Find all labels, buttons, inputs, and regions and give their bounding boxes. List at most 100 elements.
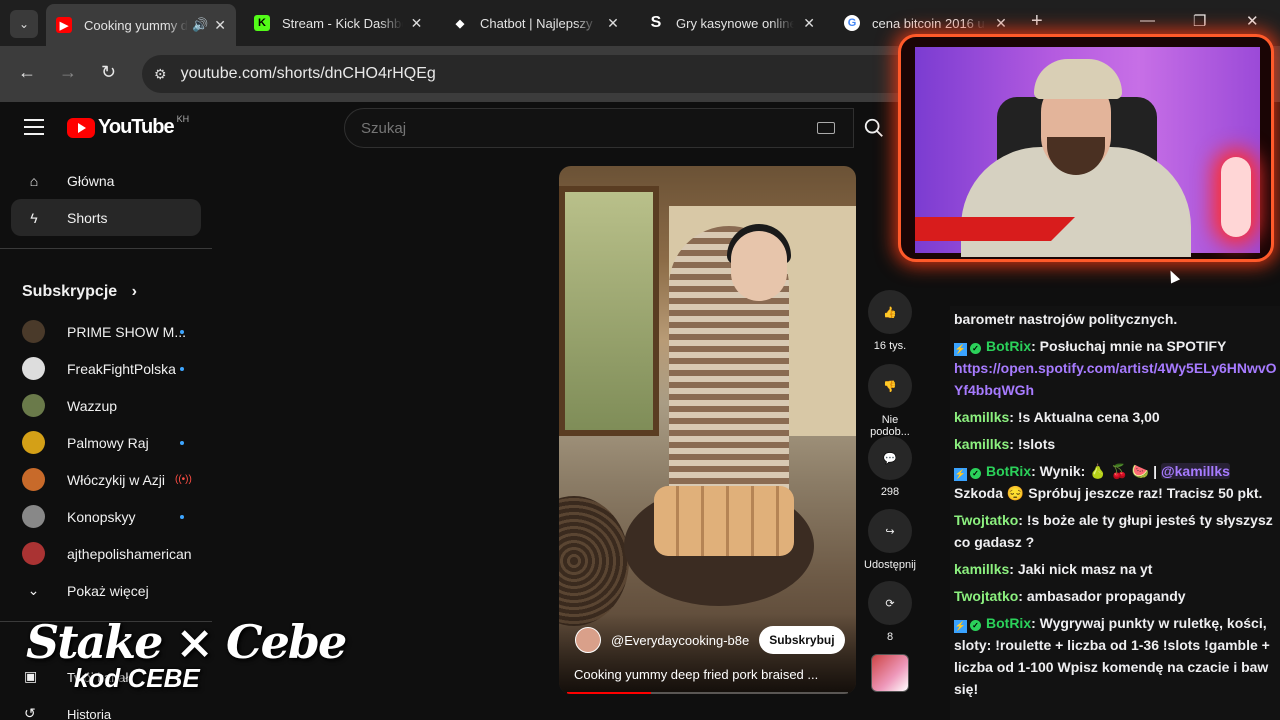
- chat-message: Twojtatko: !s boże ale ty głupi jesteś t…: [950, 507, 1280, 556]
- live-icon: ((•)): [175, 474, 192, 485]
- menu-icon[interactable]: [24, 119, 44, 140]
- channel-avatar: [22, 468, 45, 491]
- sponsor-title: Stake × Cebe: [26, 615, 347, 669]
- subscription-name: Konopskyy: [67, 508, 136, 525]
- chat-link[interactable]: https://open.spotify.com/artist/4Wy5ELy6…: [954, 357, 1280, 401]
- close-window-icon[interactable]: ✕: [1246, 12, 1259, 30]
- subscription-name: FreakFightPolska: [67, 360, 176, 377]
- chat-message: ⚡ ✓ BotRix: Wygrywaj punkty w ruletkę, koś…: [950, 610, 1280, 703]
- new-tab-icon[interactable]: +: [1031, 10, 1043, 33]
- chat-username[interactable]: BotRix: [986, 615, 1031, 631]
- comments-button[interactable]: 💬 298: [861, 436, 919, 498]
- video-progress-bar[interactable]: [567, 692, 848, 694]
- subscription-name: Włóczykij w Azji: [67, 471, 166, 488]
- url-field[interactable]: ⚙ youtube.com/shorts/dnCHO4rHQEg: [142, 55, 922, 93]
- chat-text: : Wynik: 🍐 🍒 🍉 |: [1031, 463, 1158, 479]
- close-tab-icon[interactable]: ✕: [409, 15, 424, 32]
- youtube-logo[interactable]: YouTube KH: [67, 114, 189, 139]
- chat-message: ⚡ ✓ BotRix: Wynik: 🍐 🍒 🍉 | @kamillks Szkod…: [950, 458, 1280, 507]
- short-channel-row: @Everydaycooking-b8e Subskrybuj: [575, 626, 845, 654]
- subscription-item[interactable]: Włóczykij w Azji ((•)): [0, 461, 212, 498]
- subscription-item[interactable]: FreakFightPolska: [0, 350, 212, 387]
- history-icon: ↺: [24, 705, 36, 720]
- sidebar-item-label: Główna: [67, 172, 115, 189]
- new-content-dot: [180, 366, 184, 371]
- chatbot-icon: ◆: [455, 17, 465, 30]
- site-settings-icon[interactable]: ⚙: [154, 66, 167, 83]
- chat-username[interactable]: kamillks: [954, 409, 1009, 425]
- chevron-right-icon: ›: [131, 283, 137, 300]
- keyboard-icon[interactable]: [817, 122, 835, 134]
- subscription-item[interactable]: Konopskyy: [0, 498, 212, 535]
- sidebar-item-home[interactable]: ⌂ Główna: [11, 162, 201, 199]
- subscription-name: ajthepolishamerican: [67, 545, 192, 562]
- thumbs-up-icon: 👍: [868, 290, 912, 334]
- channel-avatar[interactable]: [575, 627, 601, 653]
- video-progress-fill: [567, 692, 652, 694]
- tab-casino[interactable]: S Gry kasynowe online ✕: [638, 8, 828, 38]
- back-icon[interactable]: ←: [18, 62, 36, 83]
- search-button[interactable]: [854, 108, 894, 148]
- reload-icon[interactable]: ↻: [101, 62, 116, 83]
- close-tab-icon[interactable]: ✕: [214, 17, 226, 34]
- forward-icon[interactable]: →: [59, 62, 77, 83]
- remix-count: 8: [886, 631, 894, 643]
- subscriptions-header[interactable]: Subskrypcje ›: [0, 261, 212, 313]
- comment-icon: 💬: [868, 436, 912, 480]
- sponsor-code: kod CEBE: [74, 663, 200, 693]
- chat-text: Szkoda 😔 Spróbuj jeszcze raz! Tracisz 50…: [954, 485, 1263, 501]
- channel-name[interactable]: @Everydaycooking-b8e: [611, 633, 749, 648]
- search-icon: [864, 118, 883, 137]
- restore-icon[interactable]: ❐: [1193, 12, 1206, 30]
- chat-text: barometr nastrojów politycznych.: [954, 311, 1178, 327]
- subscription-item[interactable]: PRIME SHOW M...: [0, 313, 212, 350]
- history-link[interactable]: Historia: [67, 707, 111, 720]
- remix-button[interactable]: ⟳ 8: [861, 581, 919, 643]
- bot-badge-icon: ⚡: [954, 620, 967, 633]
- new-content-dot: [180, 440, 184, 445]
- search-box: [344, 108, 854, 148]
- subscription-item[interactable]: Wazzup: [0, 387, 212, 424]
- chat-username[interactable]: Twojtatko: [954, 512, 1018, 528]
- chat-text: : !s Aktualna cena 3,00: [1009, 409, 1160, 425]
- channel-avatar: [22, 431, 45, 454]
- tab-youtube[interactable]: ▶ Cooking yummy deep fried pork 🔊 ✕: [46, 4, 236, 46]
- tab-chatbot[interactable]: ◆ Chatbot | Najlepszy ✕: [442, 8, 632, 38]
- chat-username[interactable]: Twojtatko: [954, 588, 1018, 604]
- verified-icon: ✓: [970, 343, 981, 354]
- short-title[interactable]: Cooking yummy deep fried pork braised ..…: [574, 667, 839, 682]
- search-input[interactable]: [361, 119, 801, 137]
- youtube-play-icon: [67, 117, 95, 138]
- close-tab-icon[interactable]: ✕: [992, 15, 1010, 32]
- chevron-down-icon: ⌄: [27, 582, 40, 598]
- subscribe-button[interactable]: Subskrybuj: [759, 626, 845, 654]
- new-content-dot: [180, 329, 184, 334]
- thumbs-down-icon: 👎: [868, 364, 912, 408]
- tab-kick[interactable]: K Stream - Kick Dashboard ✕: [244, 8, 434, 38]
- short-video-player[interactable]: @Everydaycooking-b8e Subskrybuj Cooking …: [559, 166, 856, 694]
- tab-title: Chatbot | Najlepszy: [480, 15, 593, 31]
- chat-username[interactable]: kamillks: [954, 561, 1009, 577]
- close-tab-icon[interactable]: ✕: [800, 15, 818, 32]
- dislike-label: Nie podob...: [870, 414, 910, 438]
- chat-username[interactable]: BotRix: [986, 338, 1031, 354]
- sound-thumbnail[interactable]: [871, 654, 909, 692]
- sidebar-item-shorts[interactable]: ϟ Shorts: [11, 199, 201, 236]
- share-button[interactable]: ↪ Udostępnij: [861, 509, 919, 571]
- dislike-button[interactable]: 👎 Nie podob...: [861, 364, 919, 438]
- subscription-name: Wazzup: [67, 397, 118, 414]
- close-tab-icon[interactable]: ✕: [604, 15, 622, 32]
- chat-mention[interactable]: @kamillks: [1160, 463, 1230, 479]
- subscription-item[interactable]: Palmowy Raj: [0, 424, 212, 461]
- tab-search-button[interactable]: ⌄: [10, 10, 38, 38]
- chat-username[interactable]: kamillks: [954, 436, 1009, 452]
- share-label: Udostępnij: [864, 559, 916, 571]
- subscription-item[interactable]: ajthepolishamerican: [0, 535, 212, 572]
- show-more-button[interactable]: ⌄ Pokaż więcej: [0, 572, 212, 609]
- speaker-icon[interactable]: 🔊: [192, 17, 208, 33]
- minimize-icon[interactable]: —: [1140, 12, 1155, 29]
- chat-username[interactable]: BotRix: [986, 463, 1031, 479]
- like-count: 16 tys.: [873, 340, 907, 352]
- like-button[interactable]: 👍 16 tys.: [861, 290, 919, 352]
- stake-s-icon: S: [650, 14, 662, 31]
